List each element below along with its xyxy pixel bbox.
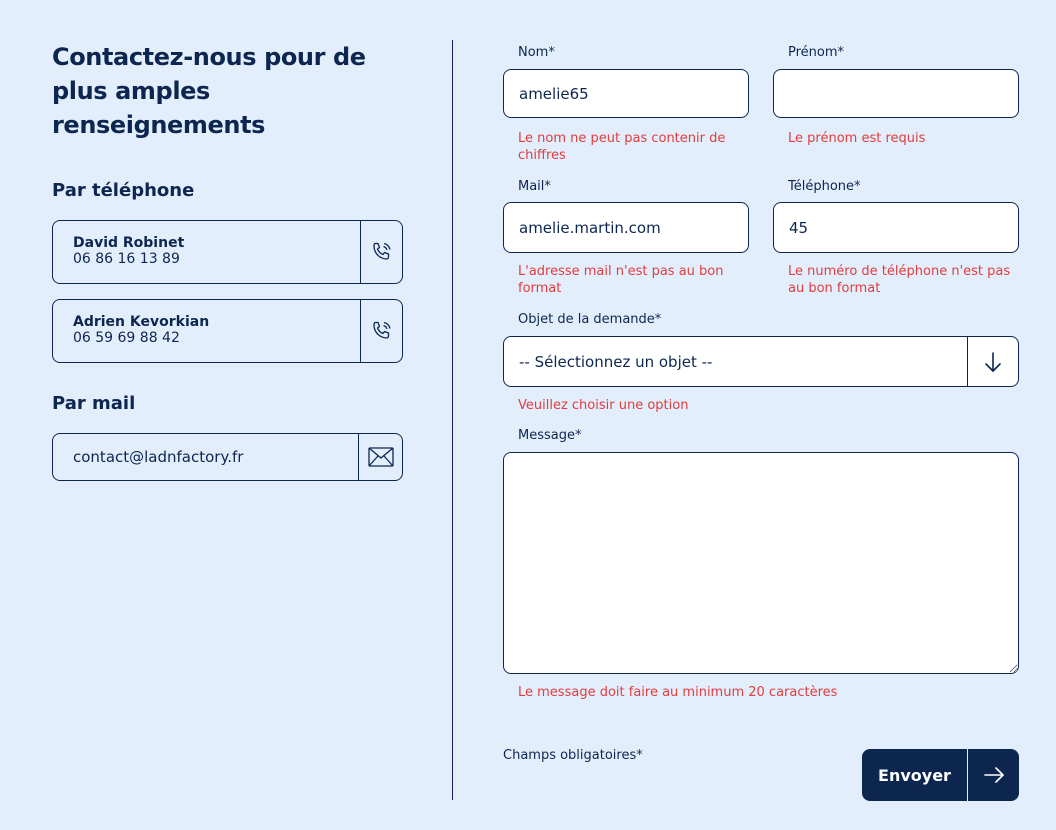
phone-section-title: Par téléphone xyxy=(52,180,195,201)
call-adrien-button[interactable] xyxy=(360,300,402,362)
submit-button[interactable]: Envoyer xyxy=(862,749,1019,801)
objet-label: Objet de la demande* xyxy=(518,312,662,327)
mail-icon xyxy=(367,447,394,467)
prenom-error: Le prénom est requis xyxy=(788,131,926,146)
email-card: contact@ladnfactory.fr xyxy=(52,433,403,481)
objet-selected-value: -- Sélectionnez un objet -- xyxy=(519,352,713,371)
email-address[interactable]: contact@ladnfactory.fr xyxy=(53,434,358,480)
telephone-label: Téléphone* xyxy=(788,179,861,194)
nom-label: Nom* xyxy=(518,45,555,60)
telephone-error: Le numéro de téléphone n'est pas au bon … xyxy=(788,264,1011,296)
submit-arrow xyxy=(967,749,1019,801)
nom-input[interactable] xyxy=(503,69,749,118)
contact-info: David Robinet 06 86 16 13 89 xyxy=(53,221,360,283)
contact-info: Adrien Kevorkian 06 59 69 88 42 xyxy=(53,300,360,362)
contact-phone: 06 86 16 13 89 xyxy=(73,251,180,267)
phone-icon xyxy=(372,242,391,260)
message-textarea[interactable] xyxy=(503,452,1019,674)
objet-dropdown-toggle[interactable] xyxy=(967,337,1018,386)
telephone-input[interactable] xyxy=(773,202,1019,253)
contact-name: David Robinet xyxy=(73,235,185,251)
arrow-down-icon xyxy=(985,351,1001,372)
contact-name: Adrien Kevorkian xyxy=(73,314,210,330)
mail-input[interactable] xyxy=(503,202,749,253)
mail-error: L'adresse mail n'est pas au bon format xyxy=(518,264,724,296)
call-david-button[interactable] xyxy=(360,221,402,283)
mail-label: Mail* xyxy=(518,179,551,194)
arrow-right-icon xyxy=(983,767,1004,783)
contact-phone: 06 59 69 88 42 xyxy=(73,330,180,346)
page-title: Contactez-nous pour de plus amples rense… xyxy=(52,43,366,139)
message-error: Le message doit faire au minimum 20 cara… xyxy=(518,685,838,700)
required-fields-note: Champs obligatoires* xyxy=(503,748,643,763)
contact-info-panel: Contactez-nous pour de plus amples rense… xyxy=(52,40,404,481)
mail-section-title: Par mail xyxy=(52,393,136,414)
nom-error: Le nom ne peut pas contenir de chiffres xyxy=(518,131,726,163)
contact-card-david: David Robinet 06 86 16 13 89 xyxy=(52,220,403,284)
prenom-label: Prénom* xyxy=(788,45,845,60)
contact-card-adrien: Adrien Kevorkian 06 59 69 88 42 xyxy=(52,299,403,363)
column-divider xyxy=(452,40,453,800)
send-email-button[interactable] xyxy=(358,434,402,480)
message-label: Message* xyxy=(518,428,582,443)
objet-select[interactable]: -- Sélectionnez un objet -- xyxy=(503,336,1019,387)
objet-error: Veuillez choisir une option xyxy=(518,398,689,413)
prenom-input[interactable] xyxy=(773,69,1019,118)
phone-icon xyxy=(372,321,391,339)
submit-label: Envoyer xyxy=(878,765,951,785)
